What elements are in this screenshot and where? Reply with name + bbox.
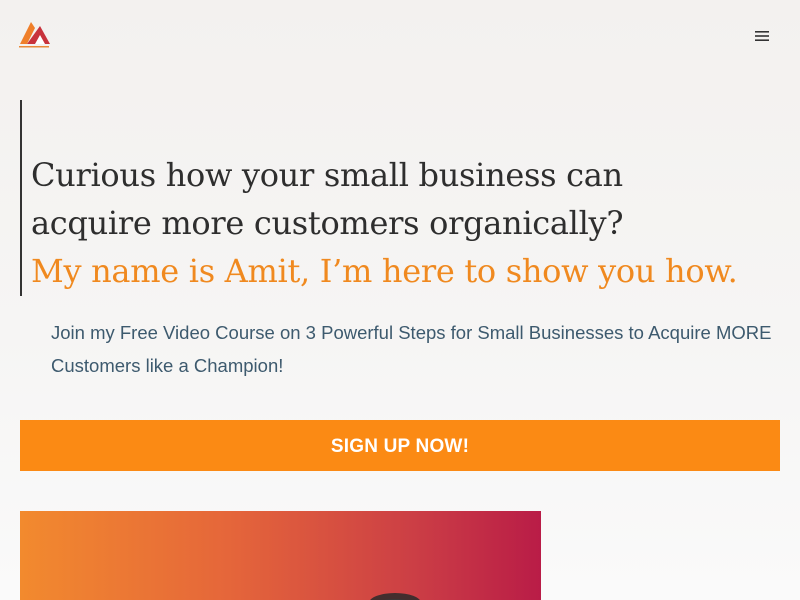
site-logo[interactable] (16, 16, 52, 52)
headline-line-2: acquire more customers organically? (31, 204, 624, 242)
triangle-logo-icon (19, 22, 50, 48)
sign-up-button[interactable]: SIGN UP NOW! (20, 420, 780, 471)
person-photo-icon (370, 593, 420, 600)
headline-accent: My name is Amit, I’m here to show you ho… (31, 252, 738, 290)
hero-headline: Curious how your small business can acqu… (31, 151, 771, 295)
hero-image (20, 511, 541, 600)
hero-accent-bar (20, 100, 22, 296)
hero-subtext: Join my Free Video Course on 3 Powerful … (51, 322, 772, 376)
headline-line-1: Curious how your small business can (31, 156, 623, 194)
site-header (0, 0, 800, 70)
menu-button[interactable] (748, 24, 776, 48)
hamburger-menu-icon (755, 31, 769, 41)
